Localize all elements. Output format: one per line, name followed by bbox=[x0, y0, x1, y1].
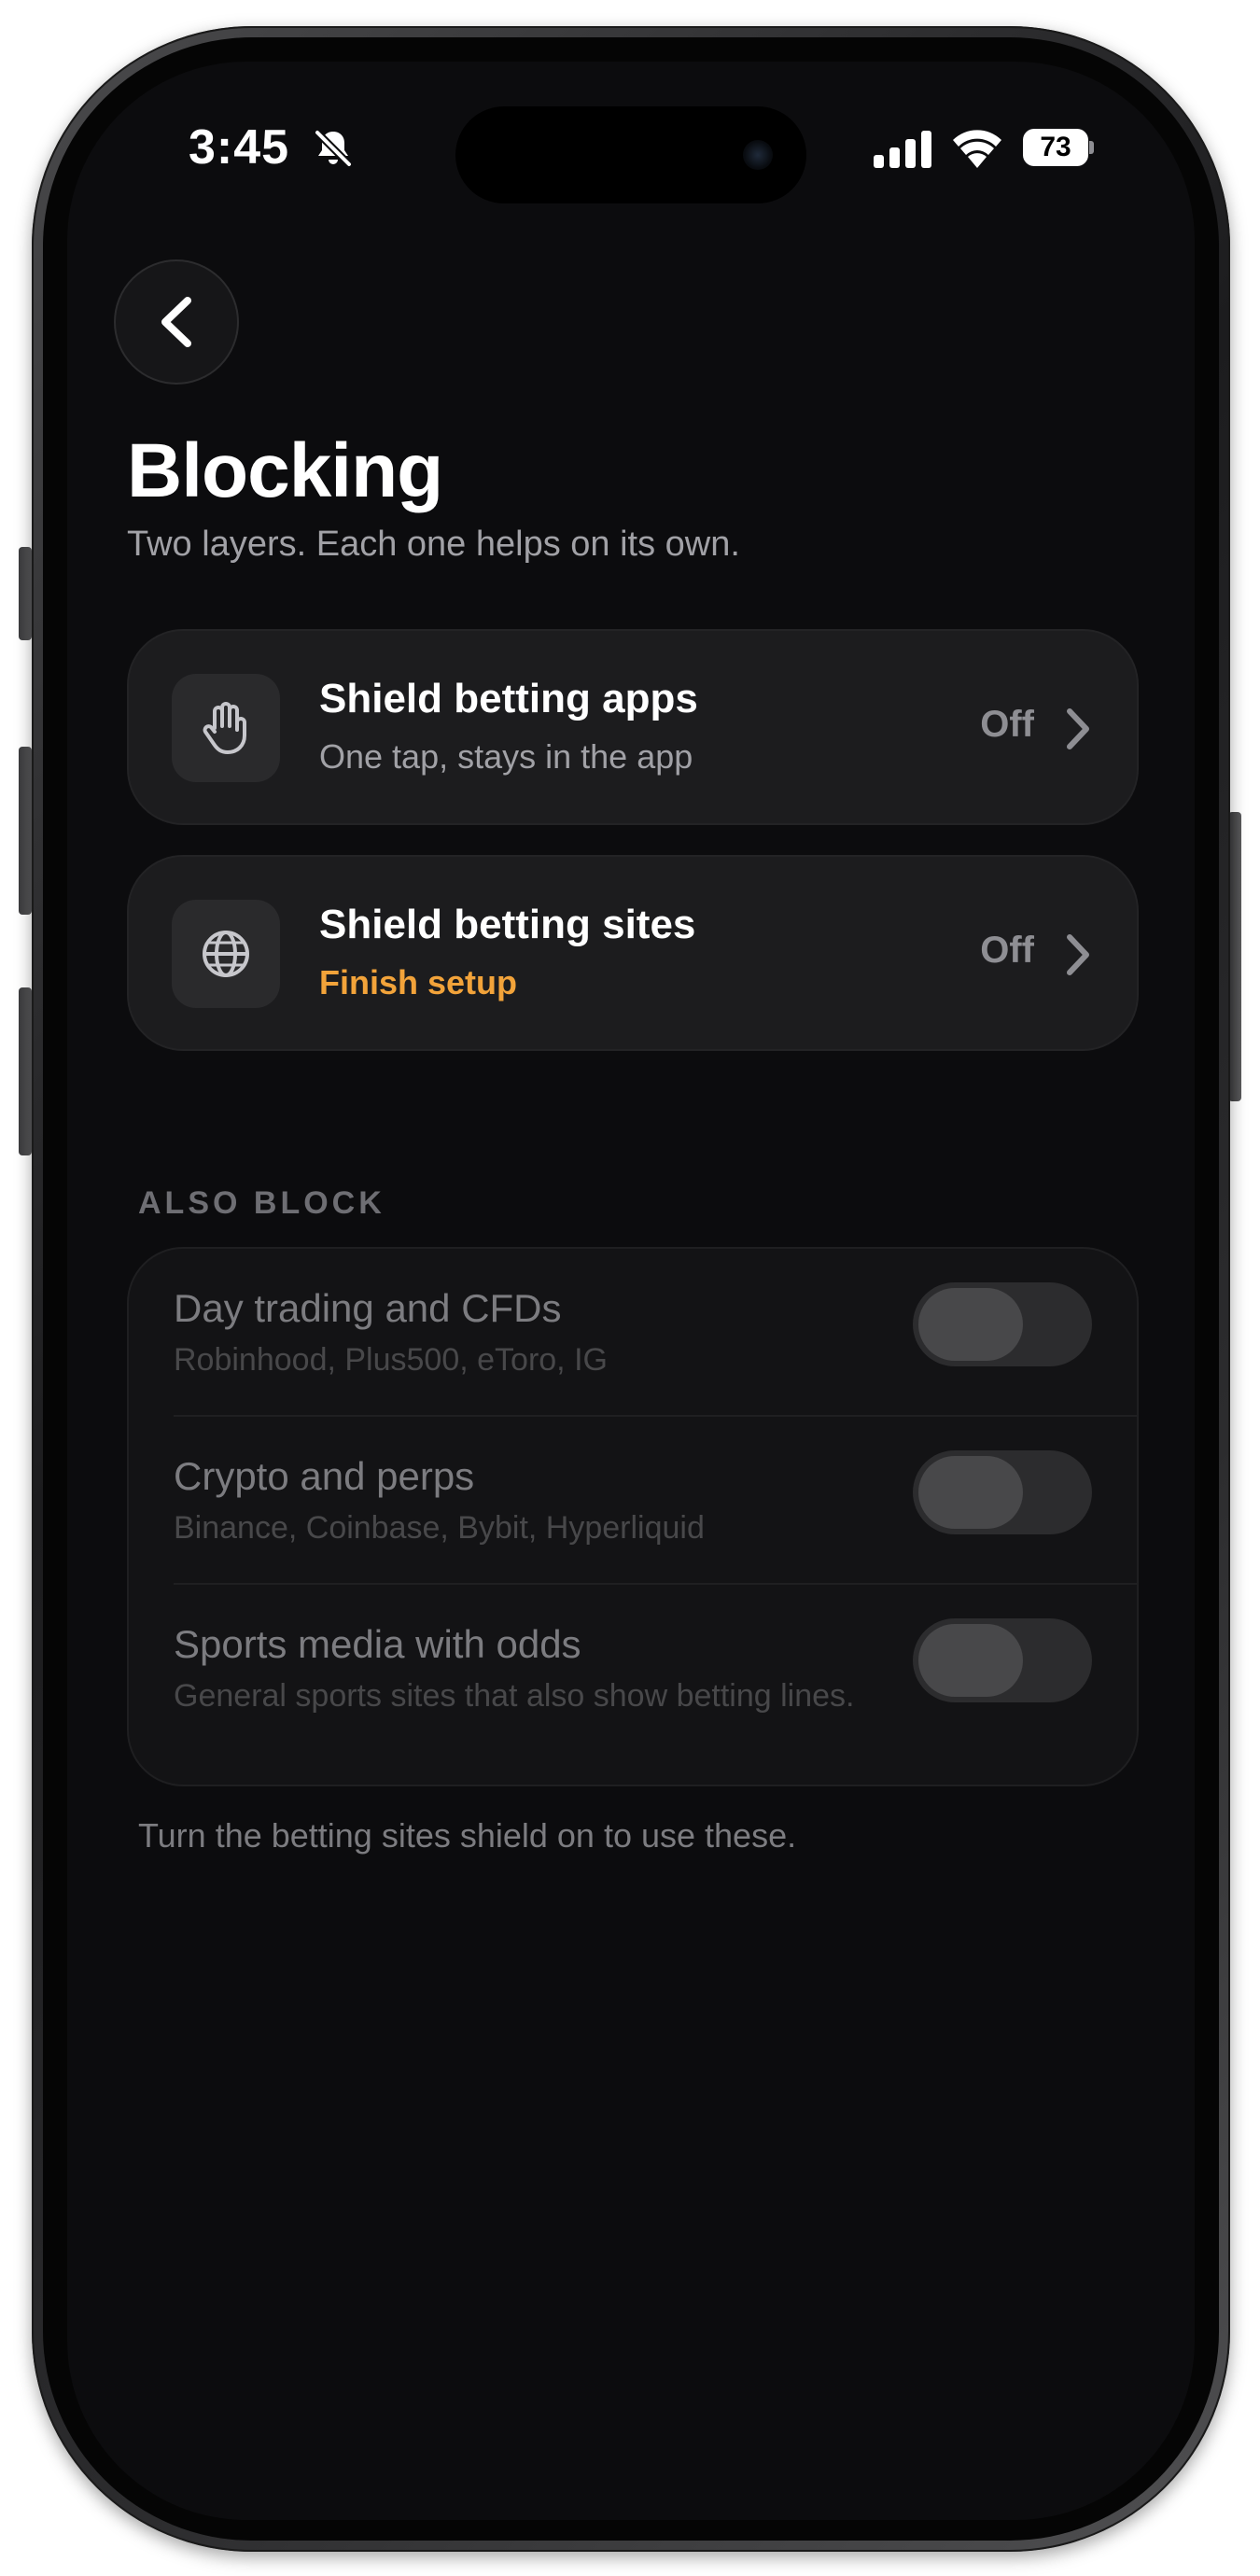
finish-setup-link[interactable]: Finish setup bbox=[319, 963, 517, 1002]
row-title: Day trading and CFDs bbox=[174, 1286, 562, 1330]
shield-sites-status: Off bbox=[980, 930, 1034, 971]
battery-tip bbox=[1089, 141, 1094, 154]
volume-down-button bbox=[19, 987, 32, 1155]
row-subtitle: Robinhood, Plus500, eToro, IG bbox=[174, 1342, 608, 1378]
row-subtitle: General sports sites that also show bett… bbox=[174, 1678, 855, 1714]
power-button bbox=[1228, 812, 1241, 1101]
shield-apps-icon-box bbox=[172, 674, 280, 782]
battery-icon: 73 bbox=[1023, 129, 1094, 166]
shield-sites-card[interactable]: Shield betting sites Finish setup Off bbox=[127, 855, 1139, 1051]
list-item-sports-media: Sports media with odds General sports si… bbox=[129, 1585, 1137, 1785]
toggle-knob bbox=[918, 1456, 1023, 1529]
chevron-right-icon bbox=[1067, 708, 1089, 749]
also-block-group: Day trading and CFDs Robinhood, Plus500,… bbox=[127, 1247, 1139, 1786]
page-subtitle: Two layers. Each one helps on its own. bbox=[127, 525, 740, 564]
shield-sites-icon-box bbox=[172, 900, 280, 1008]
row-title: Sports media with odds bbox=[174, 1622, 581, 1666]
also-block-header: ALSO BLOCK bbox=[138, 1185, 385, 1221]
chevron-right-icon bbox=[1067, 934, 1089, 975]
also-block-footnote: Turn the betting sites shield on to use … bbox=[138, 1816, 797, 1855]
page-title: Blocking bbox=[127, 428, 443, 513]
sports-media-toggle[interactable] bbox=[913, 1618, 1092, 1702]
day-trading-toggle[interactable] bbox=[913, 1282, 1092, 1366]
shield-apps-card[interactable]: Shield betting apps One tap, stays in th… bbox=[127, 629, 1139, 825]
globe-icon bbox=[203, 931, 249, 977]
list-item-crypto: Crypto and perps Binance, Coinbase, Bybi… bbox=[129, 1417, 1137, 1583]
crypto-toggle[interactable] bbox=[913, 1450, 1092, 1534]
volume-up-button bbox=[19, 747, 32, 915]
shield-apps-title: Shield betting apps bbox=[319, 676, 698, 721]
toggle-knob bbox=[918, 1288, 1023, 1361]
chevron-left-icon bbox=[161, 297, 191, 347]
back-button[interactable] bbox=[114, 259, 239, 385]
status-time: 3:45 bbox=[189, 120, 290, 175]
app-screen: 3:45 73 Blocking Two layers. Each one he… bbox=[67, 62, 1195, 2520]
row-subtitle: Binance, Coinbase, Bybit, Hyperliquid bbox=[174, 1510, 705, 1546]
shield-sites-title: Shield betting sites bbox=[319, 902, 696, 947]
bell-slash-icon bbox=[314, 129, 353, 168]
toggle-knob bbox=[918, 1624, 1023, 1697]
hand-icon bbox=[203, 702, 246, 754]
action-button bbox=[19, 547, 32, 640]
dynamic-island bbox=[455, 106, 806, 203]
battery-level: 73 bbox=[1023, 129, 1088, 166]
cellular-signal-icon bbox=[874, 131, 931, 168]
wifi-icon bbox=[953, 130, 1001, 168]
list-item-day-trading: Day trading and CFDs Robinhood, Plus500,… bbox=[129, 1249, 1137, 1415]
row-title: Crypto and perps bbox=[174, 1454, 475, 1498]
front-camera bbox=[743, 140, 773, 170]
shield-apps-subtitle: One tap, stays in the app bbox=[319, 737, 693, 776]
shield-apps-status: Off bbox=[980, 704, 1034, 745]
